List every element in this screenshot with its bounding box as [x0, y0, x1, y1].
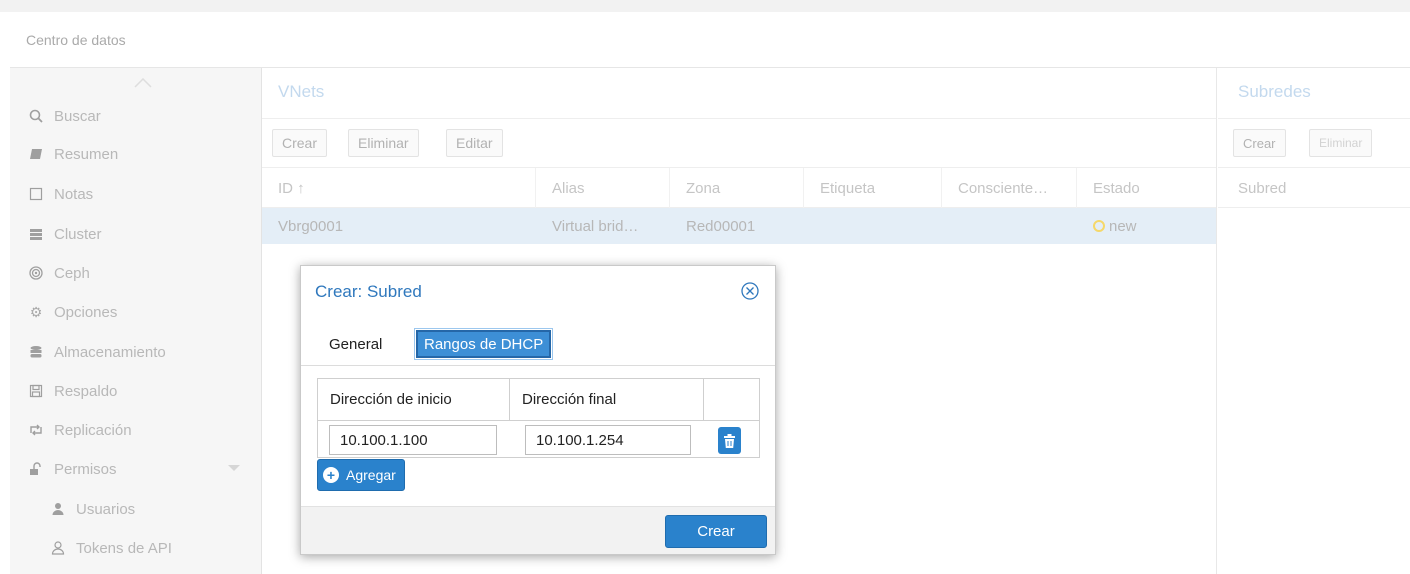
- gear-icon: ⚙: [29, 303, 43, 320]
- sidebar-item-ceph[interactable]: Ceph: [26, 257, 90, 289]
- sidebar-item-replicacion[interactable]: Replicación: [26, 414, 132, 446]
- sidebar-item-respaldo[interactable]: Respaldo: [26, 375, 117, 407]
- subnets-create-button[interactable]: Crear: [1233, 129, 1286, 157]
- search-icon: [26, 109, 46, 123]
- column-header-consciente[interactable]: Consciente…: [942, 168, 1077, 208]
- dialog-tabs: General Rangos de DHCP: [301, 324, 775, 366]
- delete-range-button[interactable]: [718, 427, 741, 454]
- cell-consciente: [942, 208, 958, 244]
- cell-estado: new: [1077, 208, 1137, 244]
- vnets-title: VNets: [278, 82, 325, 101]
- tab-dhcp-ranges[interactable]: Rangos de DHCP: [413, 328, 554, 360]
- header: Centro de datos: [10, 12, 1410, 68]
- subnets-title: Subredes: [1238, 82, 1311, 101]
- subnets-toolbar: Crear Eliminar: [1218, 118, 1410, 168]
- add-range-label: Agregar: [346, 467, 396, 483]
- book-icon: [26, 147, 46, 161]
- sidebar-item-resumen[interactable]: Resumen: [26, 138, 118, 170]
- sidebar-item-almacenamiento[interactable]: Almacenamiento: [26, 336, 166, 368]
- sidebar-item-cluster[interactable]: Cluster: [26, 218, 102, 250]
- sidebar-item-label: Notas: [54, 185, 94, 203]
- column-header-end-address: Dirección final: [510, 379, 704, 421]
- dialog-footer: Crear: [301, 506, 775, 554]
- cell-zona: Red00001: [686, 217, 756, 235]
- sidebar: Buscar Resumen Notas Cluster Ceph ⚙ Opci…: [10, 68, 262, 574]
- column-header-subred[interactable]: Subred: [1222, 168, 1410, 208]
- dhcp-ranges-table: Dirección de inicio Dirección final: [317, 378, 760, 458]
- chevron-down-icon[interactable]: [228, 465, 240, 471]
- vnets-delete-button[interactable]: Eliminar: [348, 129, 419, 157]
- sidebar-item-permisos[interactable]: Permisos: [26, 453, 117, 485]
- sidebar-item-notas[interactable]: Notas: [26, 178, 93, 210]
- vnets-edit-button[interactable]: Editar: [446, 129, 503, 157]
- close-icon[interactable]: [739, 280, 761, 302]
- dialog-title: Crear: Subred: [315, 282, 422, 301]
- sidebar-item-opciones[interactable]: ⚙ Opciones: [26, 296, 118, 328]
- create-subnet-dialog: Crear: Subred General Rangos de DHCP Dir…: [300, 265, 776, 555]
- sidebar-item-label: Usuarios: [76, 500, 136, 518]
- sidebar-item-label: Replicación: [54, 421, 132, 439]
- unlock-icon: [26, 462, 46, 476]
- end-address-input[interactable]: [525, 425, 691, 455]
- column-header-actions: [704, 379, 759, 421]
- sidebar-item-label: Permisos: [54, 460, 117, 478]
- cell-etiqueta: [804, 208, 820, 244]
- tab-general[interactable]: General: [323, 330, 388, 358]
- sidebar-item-label: Resumen: [54, 145, 119, 163]
- retweet-icon: [26, 423, 46, 437]
- status-pending-icon: [1093, 220, 1105, 232]
- user-outline-icon: [48, 541, 68, 555]
- sidebar-item-label: Tokens de API: [76, 539, 172, 557]
- status-text: new: [1109, 217, 1137, 235]
- column-header-zona[interactable]: Zona: [670, 168, 804, 208]
- ceph-icon: [26, 266, 46, 280]
- notes-icon: [26, 187, 46, 201]
- vnets-create-button[interactable]: Crear: [272, 129, 328, 157]
- trash-icon: [724, 433, 735, 448]
- datacenter-title: Centro de datos: [26, 32, 126, 48]
- database-icon: [26, 345, 46, 359]
- column-header-estado[interactable]: Estado: [1077, 168, 1217, 208]
- start-address-input[interactable]: [329, 425, 497, 455]
- server-icon: [26, 227, 46, 241]
- sidebar-item-label: Ceph: [54, 264, 90, 282]
- subnets-delete-button[interactable]: Eliminar: [1309, 129, 1373, 157]
- create-button[interactable]: Crear: [665, 515, 767, 548]
- user-icon: [48, 502, 68, 516]
- cell-alias: Virtual brid…: [552, 217, 639, 235]
- sidebar-item-tokens-api[interactable]: Tokens de API: [48, 532, 172, 564]
- add-range-button[interactable]: + Agregar: [317, 459, 405, 491]
- subnets-panel: Subredes Crear Eliminar Subred: [1218, 68, 1410, 574]
- vnets-grid-header: ID ↑ Alias Zona Etiqueta Consciente… Est…: [262, 168, 1216, 208]
- floppy-icon: [26, 384, 46, 398]
- cell-id: Vbrg0001: [278, 217, 344, 235]
- sidebar-item-label: Cluster: [54, 225, 102, 243]
- column-header-etiqueta[interactable]: Etiqueta: [804, 168, 942, 208]
- sidebar-item-buscar[interactable]: Buscar: [26, 100, 101, 132]
- plus-circle-icon: +: [323, 467, 339, 483]
- column-header-start-address: Dirección de inicio: [318, 379, 510, 421]
- subnets-grid-header: Subred: [1218, 168, 1410, 208]
- column-header-id[interactable]: ID ↑: [262, 168, 536, 208]
- sidebar-item-label: Opciones: [54, 303, 118, 321]
- collapse-up-icon[interactable]: [134, 78, 152, 88]
- sidebar-item-usuarios[interactable]: Usuarios: [48, 493, 135, 525]
- sidebar-item-label: Respaldo: [54, 382, 118, 400]
- vnets-toolbar: Crear Eliminar Editar: [262, 118, 1216, 168]
- sidebar-item-label: Almacenamiento: [54, 343, 166, 361]
- top-strip: [0, 0, 1410, 12]
- column-header-alias[interactable]: Alias: [536, 168, 670, 208]
- sidebar-item-label: Buscar: [54, 107, 101, 125]
- table-row[interactable]: Vbrg0001 Virtual brid… Red00001 new: [262, 208, 1216, 244]
